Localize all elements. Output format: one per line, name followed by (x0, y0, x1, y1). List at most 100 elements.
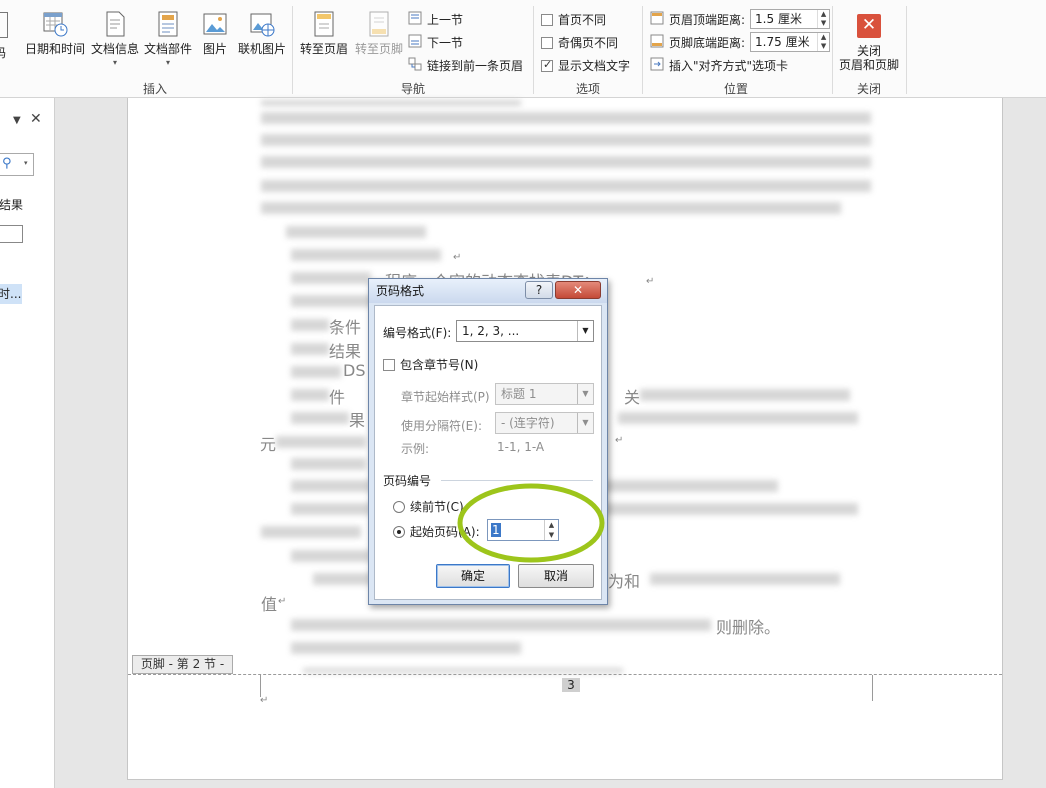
group-divider (441, 480, 593, 481)
visible-text: 为和 (608, 572, 641, 591)
paragraph-mark: ↵ (278, 596, 287, 607)
chevron-down-icon[interactable]: ▾ (24, 159, 28, 167)
prev-section-button[interactable]: 上一节 (408, 11, 463, 28)
blurred-text (291, 343, 329, 355)
chevron-down-icon[interactable]: ▼ (577, 413, 593, 433)
visible-text: 元 (260, 435, 277, 454)
results-label: 结果 (0, 198, 24, 212)
footer-position-icon (650, 34, 664, 51)
blurred-text (291, 503, 371, 515)
checkbox-checked (541, 58, 553, 72)
number-format-label: 编号格式(F): (383, 326, 452, 340)
blurred-text (291, 619, 711, 631)
paragraph-mark: ↵ (646, 276, 655, 287)
blurred-text (291, 412, 349, 424)
online-picture-button[interactable]: 联机图片 (236, 10, 288, 56)
visible-text: 果 (349, 411, 366, 430)
blurred-text (291, 458, 366, 470)
blurred-text (286, 226, 426, 238)
blurred-text (261, 202, 841, 214)
header-top-spinner[interactable]: 1.5 厘米 ▲ ▼ (750, 9, 831, 29)
doc-info-button[interactable]: 文档信息 ▾ (89, 10, 141, 70)
goto-footer-button[interactable]: 转至页脚 (352, 10, 406, 56)
group-label-insert: 插入 (143, 82, 168, 96)
link-previous-button[interactable]: 链接到前一条页眉 (408, 57, 523, 74)
next-section-icon (408, 34, 422, 51)
close-header-footer-button[interactable]: ✕ 关闭 页眉和页脚 (836, 14, 902, 72)
blurred-text (291, 319, 329, 331)
paragraph-mark: ↵ (453, 252, 462, 263)
radio-selected (393, 525, 405, 538)
paragraph-mark: ↵ (260, 695, 269, 706)
blurred-text (291, 642, 521, 654)
blurred-text (261, 134, 871, 146)
calendar-clock-icon (42, 10, 68, 38)
example-label: 示例: (401, 442, 430, 456)
footer-bottom-spinner[interactable]: 1.75 厘米 ▲ ▼ (750, 32, 831, 52)
radio (393, 500, 405, 513)
heading-item-selected[interactable]: 时... (0, 284, 22, 304)
visible-text: 结果 (329, 342, 362, 361)
search-box[interactable]: ⚲ ▾ (0, 153, 34, 176)
group-label-close: 关闭 (857, 82, 882, 96)
ribbon: 码 日期和时间 文档信息▾ 文档部件▾ 图片 联机图片 插入 转至页眉 转至页脚… (0, 0, 1046, 98)
visible-text: DS (343, 361, 366, 380)
paragraph-mark: ↵ (615, 435, 624, 446)
chapter-style-select[interactable]: 标题 1 ▼ (495, 383, 594, 405)
group-divider (642, 6, 643, 94)
header-top-distance: 页眉顶端距离: 1.5 厘米 ▲ ▼ (650, 9, 831, 29)
separator-select[interactable]: - (连字符) ▼ (495, 412, 594, 434)
footer-boundary-line (128, 674, 1002, 675)
cancel-button[interactable]: 取消 (518, 564, 594, 588)
pane-options-dropdown-icon[interactable]: ▼ (13, 115, 21, 126)
blurred-text (276, 436, 366, 448)
visible-text: 则删除。 (716, 618, 781, 637)
ok-button[interactable]: 确定 (436, 564, 510, 588)
spinner-arrows-icon[interactable]: ▲ ▼ (817, 33, 829, 51)
page-number-icon (0, 12, 8, 38)
goto-header-button[interactable]: 转至页眉 (297, 10, 351, 56)
search-icon[interactable]: ⚲ (2, 156, 12, 171)
results-field[interactable] (0, 225, 23, 243)
close-icon[interactable]: ✕ (555, 281, 601, 299)
chevron-down-icon[interactable]: ▼ (577, 321, 593, 341)
continue-from-previous-radio[interactable]: 续前节(C) (393, 498, 464, 515)
blurred-text (618, 412, 858, 424)
goto-footer-icon (366, 10, 392, 38)
blurred-text (291, 480, 371, 492)
chapter-style-label: 章节起始样式(P) (401, 390, 490, 404)
example-value: 1-1, 1-A (497, 440, 545, 454)
page-number-button[interactable]: 码 (0, 46, 10, 60)
document-info-icon (102, 10, 128, 38)
blurred-text (291, 366, 341, 378)
spinner-arrows-icon[interactable]: ▲ ▼ (817, 10, 829, 28)
close-icon[interactable]: ✕ (30, 111, 42, 127)
number-format-select[interactable]: 1, 2, 3, ... ▼ (456, 320, 594, 342)
next-section-button[interactable]: 下一节 (408, 34, 463, 51)
odd-even-different-checkbox[interactable]: 奇偶页不同 (541, 34, 618, 51)
group-label-navigation: 导航 (401, 82, 426, 96)
visible-text: 条件 (329, 318, 362, 337)
page-number-field[interactable]: 3 (562, 678, 580, 692)
date-time-button[interactable]: 日期和时间 (24, 10, 86, 56)
blurred-text (640, 389, 850, 401)
show-document-text-checkbox[interactable]: 显示文档文字 (541, 57, 630, 74)
close-x-icon: ✕ (857, 14, 881, 38)
insert-alignment-tab-button[interactable]: 插入"对齐方式"选项卡 (650, 57, 788, 74)
blurred-text (291, 249, 441, 261)
include-chapter-checkbox[interactable]: 包含章节号(N) (383, 356, 478, 373)
blurred-text (261, 156, 871, 168)
page-numbering-header: 页码编号 (383, 474, 432, 488)
first-page-different-checkbox[interactable]: 首页不同 (541, 11, 606, 28)
help-icon[interactable]: ? (525, 281, 553, 299)
link-icon (408, 57, 422, 74)
blurred-text (598, 480, 778, 492)
picture-button[interactable]: 图片 (198, 10, 232, 56)
dialog-title: 页码格式 (376, 284, 425, 298)
doc-parts-button[interactable]: 文档部件 ▾ (142, 10, 194, 70)
goto-header-icon (311, 10, 337, 38)
chevron-down-icon[interactable]: ▼ (577, 384, 593, 404)
visible-text: 值 (261, 595, 278, 614)
blurred-text (303, 668, 623, 673)
group-divider (832, 6, 833, 94)
